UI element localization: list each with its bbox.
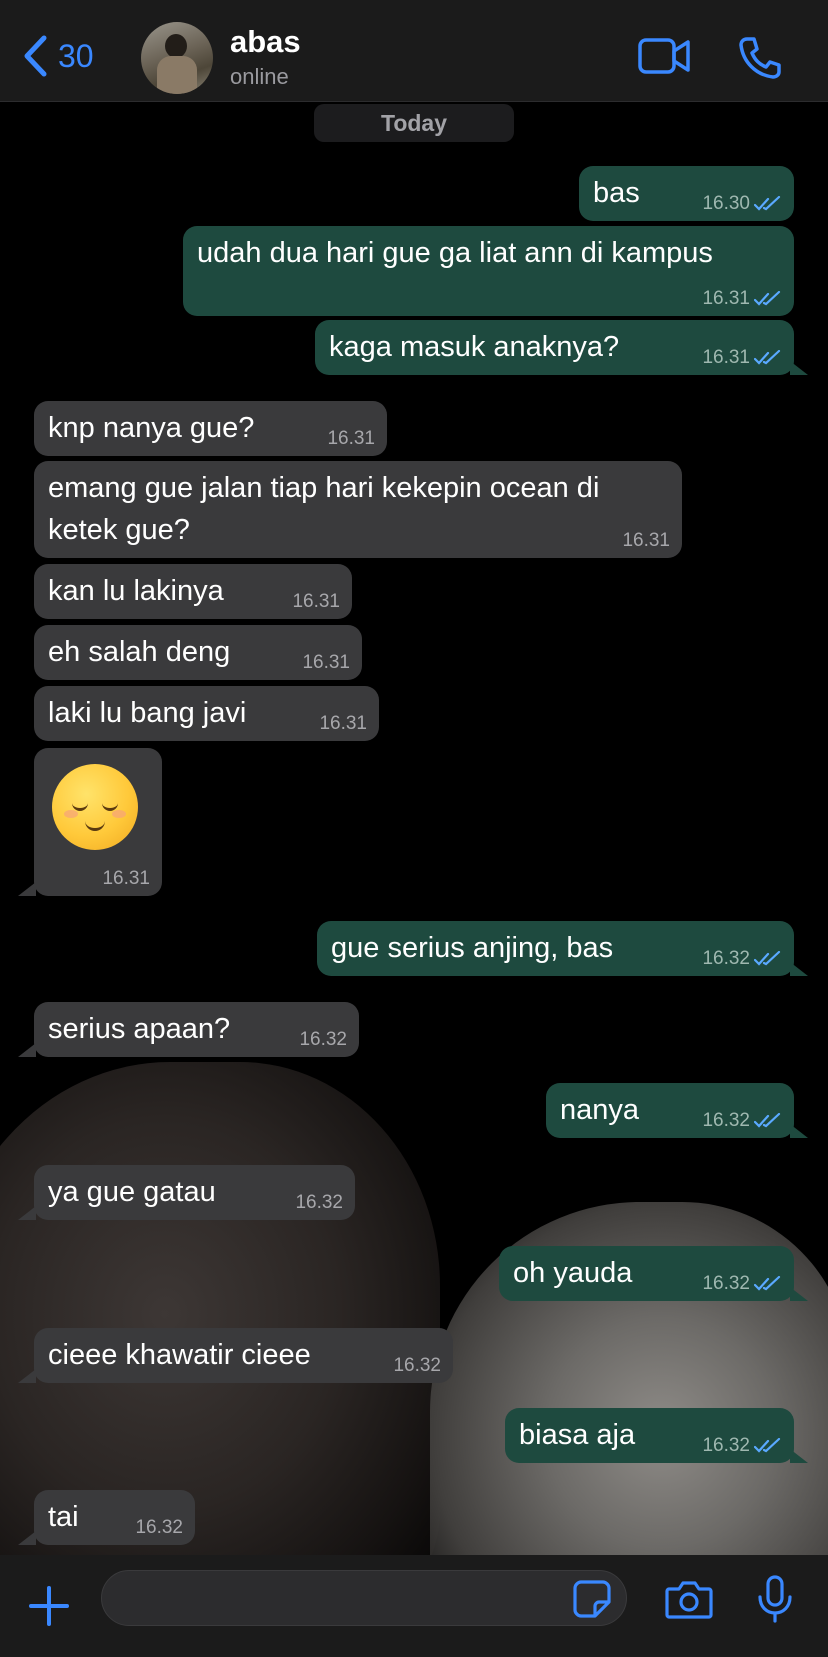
incoming-message[interactable]: kan lu lakinya 16.31 (34, 564, 352, 619)
sticker-button[interactable] (573, 1580, 611, 1623)
message-text: nanya (560, 1094, 640, 1126)
double-check-icon (754, 1438, 781, 1453)
avatar-body (157, 56, 197, 94)
wallpaper-dog (0, 1062, 440, 1555)
video-call-icon (638, 38, 690, 74)
message-time: 16.30 (702, 193, 750, 214)
message-text: laki lu bang javi (48, 697, 247, 729)
double-check-icon (754, 951, 781, 966)
attach-button[interactable] (28, 1585, 70, 1632)
message-text-line2: ketek gue? (48, 514, 190, 546)
message-text: knp nanya gue? (48, 412, 255, 444)
message-text: tai (48, 1501, 79, 1533)
incoming-message[interactable]: serius apaan? 16.32 (18, 1002, 359, 1057)
contact-status: online (230, 64, 289, 89)
message-time: 16.32 (702, 1435, 750, 1456)
outgoing-message[interactable]: biasa aja 16.32 (505, 1408, 808, 1463)
chat-header: 30 abas online (0, 0, 828, 102)
voice-call-button[interactable] (738, 36, 782, 85)
message-time: 16.31 (327, 428, 375, 449)
message-text: ya gue gatau (48, 1176, 216, 1208)
microphone-button[interactable] (757, 1575, 793, 1628)
message-time: 16.32 (299, 1029, 347, 1050)
message-text: oh yauda (513, 1257, 633, 1289)
message-time: 16.32 (295, 1192, 343, 1213)
bubble-tail (18, 1043, 36, 1057)
incoming-message[interactable]: knp nanya gue? 16.31 (34, 401, 387, 456)
back-button[interactable]: 30 (22, 34, 94, 78)
sticker-icon (573, 1580, 611, 1618)
message-text: serius apaan? (48, 1013, 231, 1045)
bubble-tail (790, 1124, 808, 1138)
incoming-message[interactable]: tai 16.32 (18, 1490, 195, 1545)
outgoing-message[interactable]: udah dua hari gue ga liat ann di kampus … (183, 226, 794, 316)
outgoing-message[interactable]: kaga masuk anaknya? 16.31 (315, 320, 808, 375)
avatar-head (165, 34, 187, 58)
unread-count: 30 (58, 37, 94, 74)
incoming-emoji-message[interactable]: 16.31 (18, 748, 162, 896)
message-time: 16.31 (292, 591, 340, 612)
chat-area[interactable]: Today bas 16.30 udah dua hari gue ga lia… (0, 102, 828, 1555)
contact-name[interactable]: abas (230, 24, 301, 60)
phone-icon (739, 37, 781, 79)
incoming-message[interactable]: cieee khawatir cieee 16.32 (18, 1328, 453, 1383)
incoming-message[interactable]: ya gue gatau 16.32 (18, 1165, 355, 1220)
message-time: 16.32 (702, 948, 750, 969)
message-time: 16.31 (302, 652, 350, 673)
incoming-message[interactable]: eh salah deng 16.31 (34, 625, 362, 680)
message-text: kaga masuk anaknya? (329, 331, 620, 363)
microphone-icon (758, 1575, 792, 1623)
message-time: 16.31 (319, 713, 367, 734)
double-check-icon (754, 1113, 781, 1128)
bubble-tail (18, 882, 36, 896)
outgoing-message[interactable]: bas 16.30 (579, 166, 794, 221)
message-text: gue serius anjing, bas (331, 932, 614, 964)
message-time: 16.31 (102, 868, 150, 889)
outgoing-message[interactable]: oh yauda 16.32 (499, 1246, 808, 1301)
relieved-face-icon (52, 764, 138, 850)
double-check-icon (754, 350, 781, 365)
outgoing-message[interactable]: nanya 16.32 (546, 1083, 808, 1138)
message-time: 16.32 (702, 1273, 750, 1294)
message-text: biasa aja (519, 1419, 636, 1451)
camera-icon (665, 1581, 713, 1619)
plus-icon (29, 1586, 69, 1626)
message-time: 16.32 (702, 1110, 750, 1131)
message-text: udah dua hari gue ga liat ann di kampus (197, 237, 713, 269)
message-time: 16.31 (702, 347, 750, 368)
bubble-tail (790, 361, 808, 375)
avatar[interactable] (141, 22, 213, 94)
camera-button[interactable] (665, 1579, 713, 1624)
bubble-tail (18, 1369, 36, 1383)
double-check-icon (754, 1276, 781, 1291)
message-time: 16.31 (702, 288, 750, 309)
message-time: 16.31 (622, 530, 670, 551)
bubble-tail (790, 962, 808, 976)
message-text: cieee khawatir cieee (48, 1339, 311, 1371)
video-call-button[interactable] (638, 36, 690, 81)
outgoing-message[interactable]: gue serius anjing, bas 16.32 (317, 921, 808, 976)
double-check-icon (754, 291, 781, 306)
bubble-tail (790, 1287, 808, 1301)
message-input-bar (0, 1555, 828, 1657)
bubble-tail (18, 1531, 36, 1545)
bubble-tail (790, 1449, 808, 1463)
message-text: kan lu lakinya (48, 575, 224, 607)
incoming-message[interactable]: emang gue jalan tiap hari kekepin ocean … (34, 461, 682, 558)
message-text: bas (593, 177, 640, 209)
message-text: emang gue jalan tiap hari kekepin ocean … (48, 472, 600, 504)
message-text: eh salah deng (48, 636, 231, 668)
bubble-tail (18, 1206, 36, 1220)
double-check-icon (754, 196, 781, 211)
chevron-left-icon (24, 35, 47, 77)
message-time: 16.32 (135, 1517, 183, 1538)
date-separator: Today (314, 104, 514, 142)
message-time: 16.32 (393, 1355, 441, 1376)
message-input[interactable] (101, 1570, 627, 1626)
incoming-message[interactable]: laki lu bang javi 16.31 (34, 686, 379, 741)
